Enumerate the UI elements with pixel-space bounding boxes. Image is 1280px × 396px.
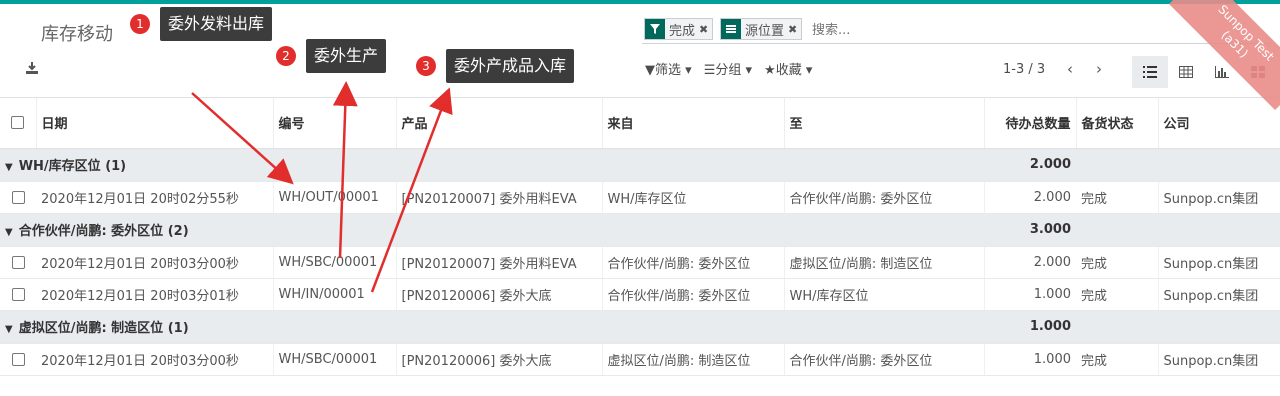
table-header-row: 日期 编号 产品 来自 至 待办总数量 备货状态 公司 [0,98,1280,149]
column-header-from[interactable]: 来自 [601,98,784,149]
cell-ref: WH/OUT/00001 [272,181,396,214]
close-icon[interactable]: ✖ [699,19,712,39]
cell-to: 虚拟区位/尚鹏: 制造区位 [783,246,984,279]
facet-label: 完成 [669,23,696,39]
group-row[interactable]: ▼ 合作伙伴/尚鹏: 委外区位 (2) 3.000 [0,213,1280,247]
column-header-qty[interactable]: 待办总数量 [983,98,1076,149]
column-header-date[interactable]: 日期 [35,98,273,149]
column-header-company[interactable]: 公司 [1157,98,1280,149]
cell-state: 完成 [1076,343,1158,376]
cell-qty: 1.000 [983,343,1076,376]
annotation-badge-1: 1 [130,14,150,34]
cell-date: 2020年12月01日 20时03分00秒 [36,343,273,376]
cell-company: Sunpop.cn集团 [1157,343,1280,376]
group-total: 2.000 [984,148,1076,182]
group-row[interactable]: ▼ 虚拟区位/尚鹏: 制造区位 (1) 1.000 [0,310,1280,344]
cell-ref: WH/SBC/00001 [272,343,396,376]
group-row[interactable]: ▼ WH/库存区位 (1) 2.000 [0,148,1280,182]
cell-date: 2020年12月01日 20时02分55秒 [36,181,273,214]
search-facet-filter[interactable]: 完成 ✖ [644,18,714,40]
table-row[interactable]: 2020年12月01日 20时03分00秒 WH/SBC/00001 [PN20… [0,343,1280,376]
cell-to: 合作伙伴/尚鹏: 委外区位 [783,343,984,376]
cell-product: [PN20120007] 委外用料EVA [395,246,602,279]
filter-icon [645,19,665,39]
page-title: 库存移动 [41,24,113,45]
column-header-state[interactable]: 备货状态 [1075,98,1158,149]
cell-to: WH/库存区位 [783,278,984,311]
cell-date: 2020年12月01日 20时03分01秒 [36,278,273,311]
column-header-to[interactable]: 至 [783,98,984,149]
cell-company: Sunpop.cn集团 [1157,278,1280,311]
cell-product: [PN20120006] 委外大底 [395,343,602,376]
chevron-right-icon[interactable]: › [1090,60,1108,80]
filter-label: 筛选 [655,63,682,78]
cell-from: 合作伙伴/尚鹏: 委外区位 [601,278,784,311]
annotation-badge-2: 2 [276,46,296,66]
filter-dropdown[interactable]: ▼筛选 ▾ [645,59,692,78]
cell-qty: 1.000 [983,278,1076,311]
cell-to: 合作伙伴/尚鹏: 委外区位 [783,181,984,214]
cell-state: 完成 [1076,181,1158,214]
cell-qty: 2.000 [983,181,1076,214]
cell-from: WH/库存区位 [601,181,784,214]
group-total: 1.000 [984,310,1076,344]
close-icon[interactable]: ✖ [788,19,801,39]
cell-ref: WH/SBC/00001 [272,246,396,279]
cell-qty: 2.000 [983,246,1076,279]
caret-down-icon: ▼ [5,162,13,173]
annotation-label-1: 委外发料出库 [160,7,273,41]
table-row[interactable]: 2020年12月01日 20时03分00秒 WH/SBC/00001 [PN20… [0,246,1280,279]
pager-value[interactable]: 1-3 / 3 [1003,62,1045,77]
cell-state: 完成 [1076,246,1158,279]
annotation-badge-3: 3 [416,56,436,76]
column-header-ref[interactable]: 编号 [272,98,396,149]
search-facet-groupby[interactable]: 源位置 ✖ [720,18,803,40]
cell-product: [PN20120007] 委外用料EVA [395,181,602,214]
cell-company: Sunpop.cn集团 [1157,181,1280,214]
row-checkbox[interactable] [0,246,36,279]
groupby-icon [721,19,741,39]
table-row[interactable]: 2020年12月01日 20时02分55秒 WH/OUT/00001 [PN20… [0,181,1280,214]
cell-from: 合作伙伴/尚鹏: 委外区位 [601,246,784,279]
cell-company: Sunpop.cn集团 [1157,246,1280,279]
chevron-left-icon[interactable]: ‹ [1061,60,1079,80]
group-label: 虚拟区位/尚鹏: 制造区位 (1) [18,321,189,336]
row-checkbox[interactable] [0,181,36,214]
cell-date: 2020年12月01日 20时03分00秒 [36,246,273,279]
annotation-label-3: 委外产成品入库 [446,49,575,83]
favorites-dropdown[interactable]: ★收藏 ▾ [764,59,812,78]
row-checkbox[interactable] [0,343,36,376]
select-all-checkbox[interactable] [0,98,36,149]
annotation-label-2: 委外生产 [306,39,387,73]
cell-ref: WH/IN/00001 [272,278,396,311]
group-label: 合作伙伴/尚鹏: 委外区位 (2) [18,224,189,239]
search-options: ▼筛选 ▾ ☰分组 ▾ ★收藏 ▾ [645,59,812,78]
caret-down-icon: ▼ [5,324,13,335]
search-bar: 完成 ✖ 源位置 ✖ [642,16,1272,44]
favorites-label: 收藏 [775,63,802,78]
row-checkbox[interactable] [0,278,36,311]
caret-down-icon: ▼ [5,227,13,238]
group-label: WH/库存区位 (1) [18,159,127,174]
list-view-icon[interactable] [1132,56,1168,88]
groupby-dropdown[interactable]: ☰分组 ▾ [704,59,752,78]
group-total: 3.000 [984,213,1076,247]
table-row[interactable]: 2020年12月01日 20时03分01秒 WH/IN/00001 [PN201… [0,278,1280,311]
cell-from: 虚拟区位/尚鹏: 制造区位 [601,343,784,376]
cell-state: 完成 [1076,278,1158,311]
download-icon[interactable] [24,60,40,76]
groupby-label: 分组 [715,63,742,78]
cell-product: [PN20120006] 委外大底 [395,278,602,311]
stock-move-table: 日期 编号 产品 来自 至 待办总数量 备货状态 公司 ▼ WH/库存区位 (1)… [0,98,1280,376]
facet-label: 源位置 [745,23,785,39]
pivot-view-icon[interactable] [1168,56,1204,88]
column-header-product[interactable]: 产品 [395,98,602,149]
